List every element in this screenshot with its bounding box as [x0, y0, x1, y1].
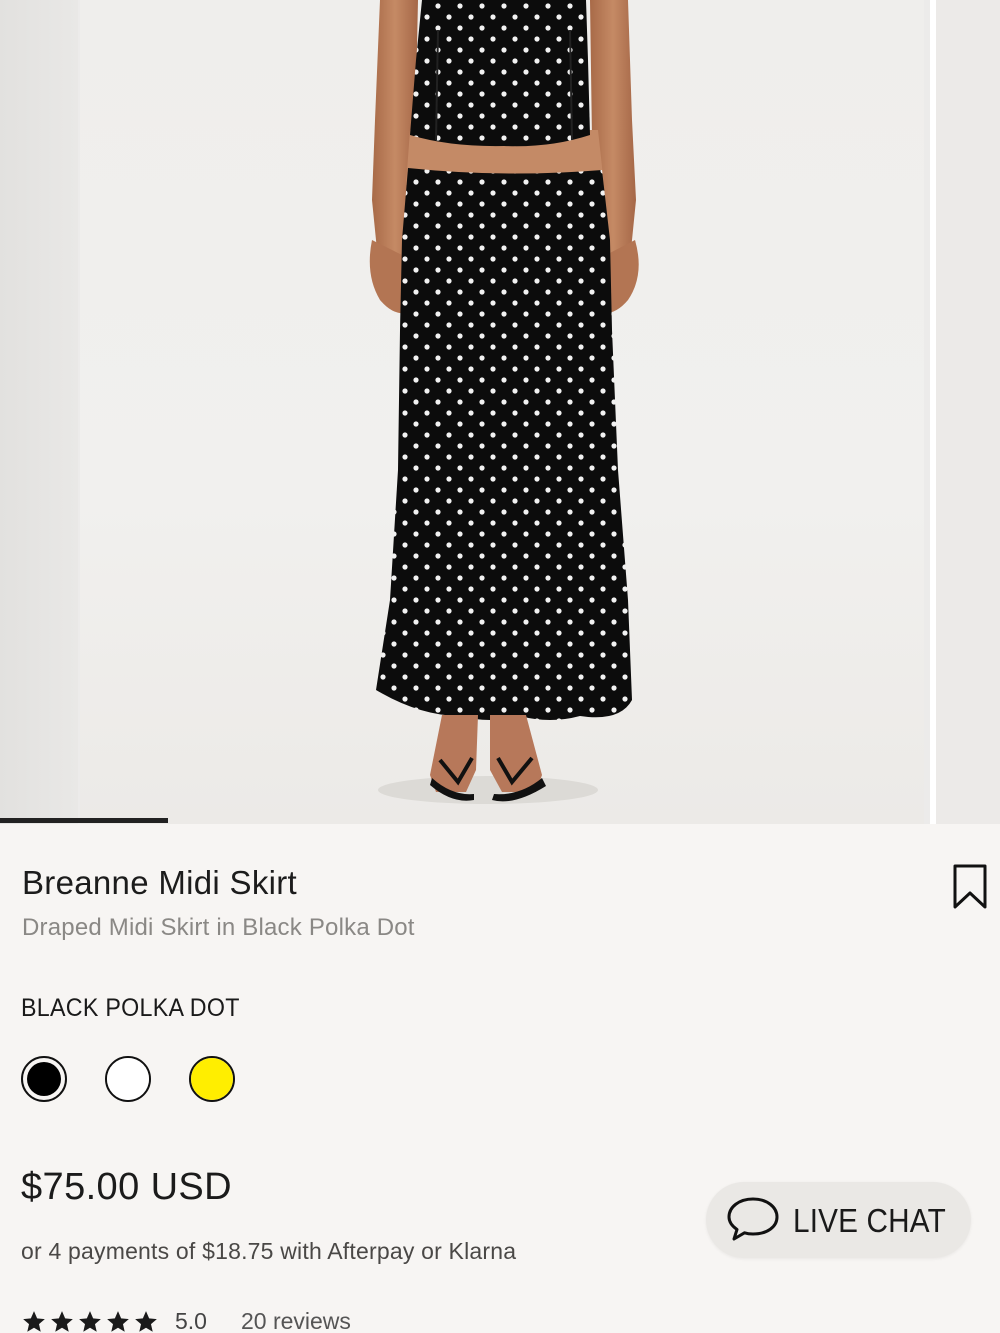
rating-summary: 5.0 20 reviews — [21, 1308, 351, 1333]
model-illustration — [369, 0, 639, 804]
product-photo — [80, 0, 924, 824]
star-icon — [135, 1310, 157, 1332]
rating-value: 5.0 — [175, 1308, 207, 1333]
selected-color-name: BLACK POLKA DOT — [21, 994, 240, 1022]
bookmark-icon — [953, 864, 987, 909]
reviews-link[interactable]: 20 reviews — [241, 1308, 351, 1333]
previous-image-peek[interactable] — [0, 0, 78, 824]
product-subtitle: Draped Midi Skirt in Black Polka Dot — [22, 914, 415, 941]
swatch-black[interactable] — [21, 1056, 67, 1102]
product-title: Breanne Midi Skirt — [22, 864, 298, 901]
carousel-progress-fill — [0, 818, 168, 823]
chat-bubble-icon — [727, 1197, 779, 1241]
swatch-yellow[interactable] — [189, 1056, 235, 1102]
star-icon — [23, 1310, 45, 1332]
star-icon — [107, 1310, 129, 1332]
installment-info: or 4 payments of $18.75 with Afterpay or… — [21, 1238, 517, 1264]
wishlist-button[interactable] — [952, 864, 988, 910]
carousel-progress-bar — [0, 818, 1000, 824]
color-swatches — [21, 1056, 235, 1102]
star-rating — [21, 1309, 159, 1333]
live-chat-label: LIVE CHAT — [793, 1202, 946, 1239]
product-price: $75.00 USD — [21, 1166, 233, 1208]
swatch-white[interactable] — [105, 1056, 151, 1102]
star-icon — [51, 1310, 73, 1332]
star-icon — [79, 1310, 101, 1332]
product-image-carousel[interactable] — [0, 0, 1000, 824]
live-chat-button[interactable]: LIVE CHAT — [706, 1182, 971, 1258]
next-image-peek[interactable] — [930, 0, 1000, 824]
